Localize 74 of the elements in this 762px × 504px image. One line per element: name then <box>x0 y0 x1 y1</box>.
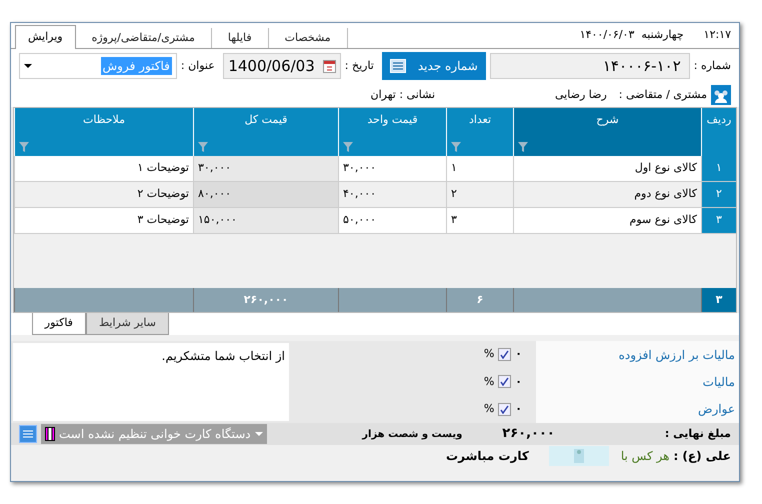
card-title: کارت مباشرت <box>446 448 529 465</box>
tab[interactable]: ویرایش <box>15 25 76 49</box>
table-cell: ۴۰,۰۰۰ <box>338 182 446 208</box>
amount-in-words: ویست و شصت هزار <box>362 428 462 442</box>
table-cell: توضیحات ۳ <box>14 208 193 234</box>
tax-value: ۰ <box>515 346 522 362</box>
address-text: نشانی : تهران <box>370 86 436 103</box>
table-cell: ۲ <box>446 182 513 208</box>
total-value: ۶ <box>476 292 484 308</box>
tab[interactable]: فایلها <box>212 28 269 48</box>
note-box[interactable]: از انتخاب شما متشکریم. <box>13 343 289 421</box>
date-field[interactable]: 1400/06/03 <box>222 53 341 79</box>
table-cell: کالای نوع سوم <box>513 208 701 234</box>
table-cell: کالای نوع اول <box>513 156 701 182</box>
column-header[interactable]: قیمت واحد <box>338 108 446 156</box>
final-amount-label: مبلغ نهایی : <box>664 426 731 442</box>
row-number: ۱ <box>701 156 736 182</box>
tax-checkbox[interactable] <box>498 402 512 416</box>
tax-label[interactable]: عوارض <box>536 400 735 418</box>
card-reader-icon <box>45 427 55 441</box>
tab[interactable]: فاکتور <box>32 313 86 335</box>
column-header[interactable]: قیمت کل <box>193 108 338 156</box>
total-value: ۲۶۰,۰۰۰ <box>244 292 288 308</box>
table-cell: ۱ <box>446 156 513 182</box>
date-label: تاریخ : <box>344 58 374 74</box>
table-cell: ۳ <box>446 208 513 234</box>
tax-label[interactable]: مالیات بر ارزش افزوده <box>536 346 735 364</box>
clock-time: ۱۲:۱۷ <box>704 27 731 44</box>
tax-value: ۰ <box>515 401 522 418</box>
title-label: عنوان : <box>180 58 215 74</box>
calendar-icon[interactable] <box>322 60 336 72</box>
tab[interactable]: سایر شرایط <box>86 313 169 335</box>
dropdown-arrow-icon[interactable] <box>24 64 32 68</box>
settings-icon[interactable] <box>19 425 37 443</box>
filter-icon[interactable] <box>451 142 461 152</box>
number-label: شماره : <box>694 58 731 74</box>
card-reader-bar[interactable]: دستگاه کارت خوانی تنظیم نشده است <box>41 424 267 444</box>
column-header[interactable]: تعداد <box>446 108 513 156</box>
filter-icon[interactable] <box>19 142 29 152</box>
tax-label[interactable]: مالیات <box>536 372 735 391</box>
percent-sign: % <box>484 401 494 418</box>
filter-icon[interactable] <box>518 142 528 152</box>
table-cell: ۸۰,۰۰۰ <box>193 182 338 208</box>
quote-text: هر کس با <box>620 448 670 465</box>
final-amount: ۲۶۰,۰۰۰ <box>502 425 555 444</box>
number-field[interactable]: ۱۴۰۰۰۶-۱۰۲ <box>490 53 690 79</box>
column-header[interactable]: شرح <box>513 108 701 156</box>
customer-name: رضا رضایی <box>555 86 607 103</box>
filter-icon[interactable] <box>198 142 208 152</box>
row-number: ۲ <box>701 182 736 208</box>
date-text: چهارشنبه ۱۴۰۰/۰۶/۰۳ <box>580 27 684 44</box>
table-cell: ۳۰,۰۰۰ <box>193 156 338 182</box>
column-header[interactable]: ملاحظات <box>14 108 193 156</box>
table-cell: ۳۰,۰۰۰ <box>338 156 446 182</box>
table-cell: توضیحات ۲ <box>14 182 193 208</box>
total-value: ۳ <box>716 292 722 308</box>
list-icon <box>390 59 406 73</box>
filter-icon[interactable] <box>343 142 353 152</box>
signature-label: علی (ع) : <box>673 448 731 465</box>
tax-value: ۰ <box>515 374 522 390</box>
tax-checkbox[interactable] <box>498 375 512 388</box>
table-cell: کالای نوع دوم <box>513 182 701 208</box>
new-number-button[interactable]: شماره جدید <box>382 52 486 80</box>
table-cell: ۱۵۰,۰۰۰ <box>193 208 338 234</box>
row-number: ۳ <box>701 208 736 234</box>
tax-checkbox[interactable] <box>498 348 512 362</box>
table-cell: ۵۰,۰۰۰ <box>338 208 446 234</box>
percent-sign: % <box>484 374 494 390</box>
title-select[interactable]: فاکتور فروش <box>19 53 177 79</box>
column-header[interactable]: ردیف <box>701 108 736 156</box>
tab[interactable]: مشخصات <box>268 28 348 48</box>
customer-label: مشتری / متقاضی : <box>618 86 707 103</box>
table-cell: توضیحات ۱ <box>14 156 193 182</box>
percent-sign: % <box>484 346 494 362</box>
